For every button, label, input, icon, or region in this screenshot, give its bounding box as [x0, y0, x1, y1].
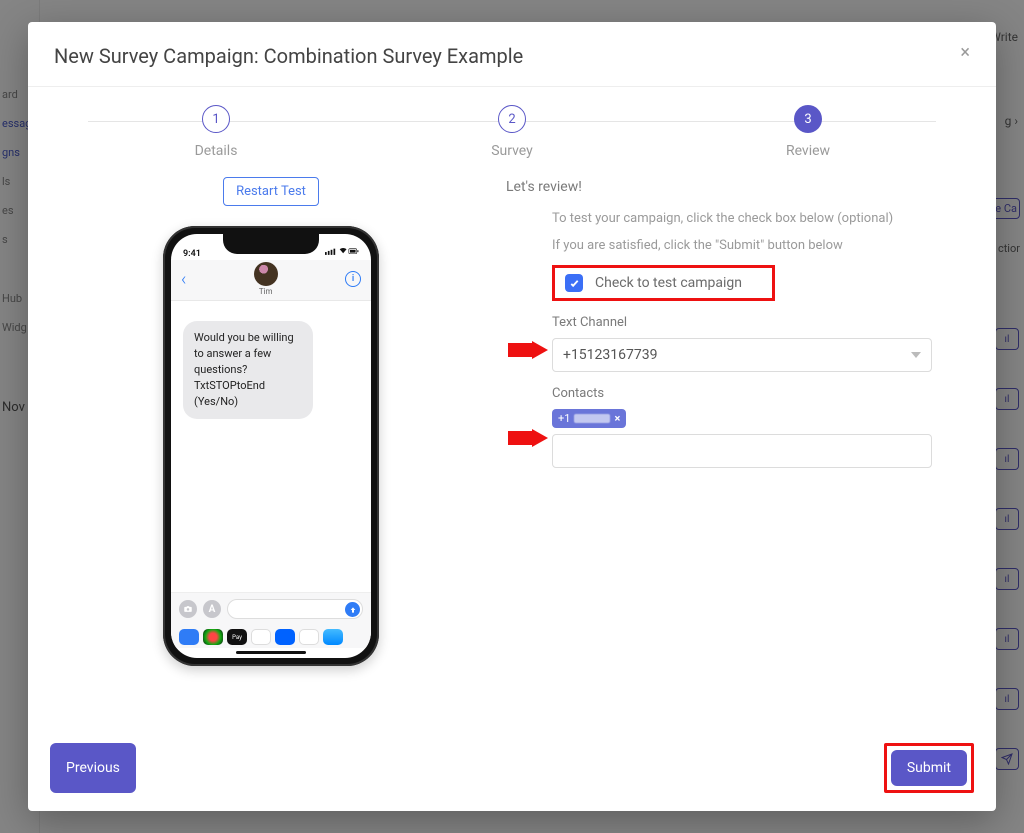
annotation-arrow-icon [508, 429, 548, 447]
avatar [254, 262, 278, 286]
review-column: Let's review! To test your campaign, cli… [506, 177, 968, 723]
modal-title: New Survey Campaign: Combination Survey … [54, 44, 523, 68]
contact-chip-prefix: +1 [558, 412, 570, 425]
annotation-arrow-icon [508, 341, 548, 359]
submit-highlight: Submit [884, 743, 974, 793]
modal: New Survey Campaign: Combination Survey … [28, 22, 996, 811]
phone-notch [223, 234, 319, 254]
step-details[interactable]: 1 Details [68, 105, 364, 159]
app-tray: Pay [171, 625, 371, 648]
test-campaign-checkbox-row[interactable]: Check to test campaign [552, 265, 775, 301]
message-header: ‹ Tim i [171, 260, 371, 301]
step-survey[interactable]: 2 Survey [364, 105, 660, 159]
submit-button[interactable]: Submit [891, 750, 967, 786]
app-icon [203, 629, 223, 645]
app-icon [251, 629, 271, 645]
step-label: Survey [491, 143, 533, 159]
close-icon[interactable]: × [960, 44, 970, 62]
checkbox-icon[interactable] [565, 274, 583, 292]
text-channel-select[interactable]: +15123167739 [552, 338, 932, 372]
step-review[interactable]: 3 Review [660, 105, 956, 159]
apps-icon: A [203, 600, 221, 618]
text-channel-label: Text Channel [552, 315, 968, 330]
app-icon [323, 629, 343, 645]
app-icon [179, 629, 199, 645]
app-icon [275, 629, 295, 645]
camera-icon [179, 600, 197, 618]
modal-header: New Survey Campaign: Combination Survey … [28, 22, 996, 86]
contact-chip[interactable]: +1 × [552, 409, 626, 428]
preview-column: Restart Test 9:41 ‹ Tim [56, 177, 486, 723]
contact-name: Tim [254, 287, 278, 296]
modal-footer: Previous Submit [28, 743, 996, 811]
review-hint-submit: If you are satisfied, click the "Submit"… [552, 238, 968, 253]
message-input-row: A [171, 592, 371, 625]
info-icon: i [345, 271, 361, 287]
chip-remove-icon[interactable]: × [614, 412, 620, 425]
review-hint-test: To test your campaign, click the check b… [552, 211, 968, 226]
step-number: 2 [498, 105, 526, 133]
step-label: Review [786, 143, 830, 159]
apple-pay-icon: Pay [227, 629, 247, 645]
stepper: 1 Details 2 Survey 3 Review [28, 87, 996, 167]
send-icon [345, 602, 360, 617]
restart-test-button[interactable]: Restart Test [223, 177, 319, 206]
step-number: 3 [794, 105, 822, 133]
app-icon [299, 629, 319, 645]
phone-mockup: 9:41 ‹ Tim i Would you b [163, 226, 379, 666]
message-body: Would you be willing to answer a few que… [171, 301, 371, 592]
message-bubble: Would you be willing to answer a few que… [183, 321, 313, 419]
compose-field [227, 599, 363, 619]
home-indicator [236, 651, 306, 654]
text-channel-value: +15123167739 [563, 347, 658, 363]
step-number: 1 [202, 105, 230, 133]
contacts-input[interactable] [552, 434, 932, 468]
contact-chip-redacted [574, 414, 610, 423]
contacts-label: Contacts [552, 386, 968, 401]
chevron-down-icon [911, 352, 921, 358]
step-label: Details [195, 143, 238, 159]
phone-indicators [325, 247, 359, 259]
phone-time: 9:41 [183, 249, 201, 259]
previous-button[interactable]: Previous [50, 743, 136, 793]
back-icon: ‹ [181, 269, 186, 290]
review-heading: Let's review! [506, 179, 968, 195]
checkbox-label: Check to test campaign [595, 275, 742, 291]
